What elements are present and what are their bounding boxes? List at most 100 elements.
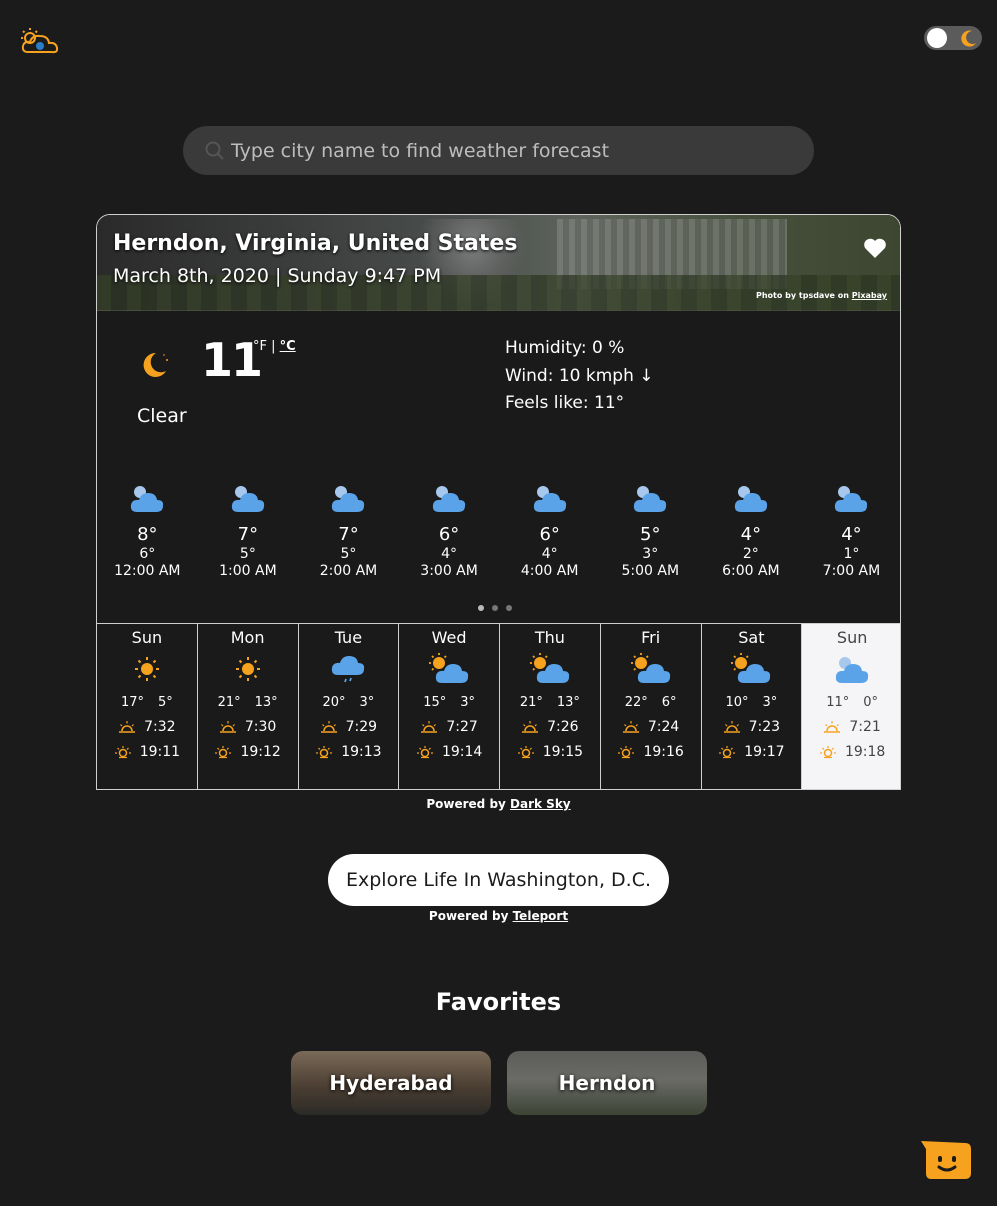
sunset-icon <box>517 746 534 759</box>
hour-time: 6:00 AM <box>722 563 780 579</box>
day-item[interactable]: Fri 22° 6° 7:24 19:16 <box>601 624 702 789</box>
day-item[interactable]: Sun 17° 5° 7:32 19:11 <box>97 624 198 789</box>
location-banner: Herndon, Virginia, United States March 8… <box>97 215 900 311</box>
day-sunrise: 7:23 <box>748 719 781 735</box>
day-name: Tue <box>334 628 363 647</box>
day-item-selected[interactable]: Sun 11° 0° 7:21 19:18 <box>802 624 900 789</box>
hour-time: 12:00 AM <box>114 563 181 579</box>
day-lo: 13° <box>556 695 580 710</box>
day-item[interactable]: Mon 21° 13° 7:30 19:12 <box>198 624 299 789</box>
powered-by-teleport: Powered by Teleport <box>328 909 669 923</box>
hour-hi: 7° <box>237 524 259 545</box>
sunrise-icon <box>421 721 438 733</box>
day-hi: 21° <box>217 695 241 710</box>
day-item[interactable]: Thu 21° 13° 7:26 19:15 <box>500 624 601 789</box>
photo-credit: Photo by tpsdave on Pixabay <box>756 291 887 300</box>
hour-lo: 3° <box>642 546 659 562</box>
hour-lo: 5° <box>239 546 256 562</box>
hour-item: 4° 1° 7:00 AM <box>801 480 900 600</box>
day-hi: 15° <box>423 695 447 710</box>
sunrise-icon <box>622 721 639 733</box>
day-item[interactable]: Wed 15° 3° 7:27 19:14 <box>399 624 500 789</box>
wind: Wind: 10 kmph ↓ <box>505 365 654 386</box>
day-lo: 5° <box>158 695 173 710</box>
hour-time: 4:00 AM <box>520 563 579 579</box>
day-sunrise: 7:30 <box>244 719 277 735</box>
carousel-dot[interactable] <box>506 605 512 611</box>
day-sunset: 19:15 <box>542 744 584 760</box>
location-title: Herndon, Virginia, United States <box>113 231 518 256</box>
hour-item: 8° 6° 12:00 AM <box>97 480 198 600</box>
day-sunset: 19:14 <box>441 744 483 760</box>
search-icon <box>205 141 224 160</box>
day-name: Sun <box>836 628 868 647</box>
sunset-icon <box>114 746 131 759</box>
carousel-dot[interactable] <box>492 605 498 611</box>
hour-hi: 4° <box>740 524 762 545</box>
search-bar[interactable] <box>183 126 814 175</box>
day-hi: 22° <box>624 695 648 710</box>
pixabay-link[interactable]: Pixabay <box>852 291 887 300</box>
darksky-link[interactable]: Dark Sky <box>510 797 571 811</box>
teleport-link[interactable]: Teleport <box>513 909 568 923</box>
day-lo: 0° <box>863 695 879 710</box>
cloudy-icon <box>231 486 265 512</box>
favorite-label: Herndon <box>558 1071 656 1095</box>
hour-time: 5:00 AM <box>621 563 680 579</box>
sun-cloud-logo-icon[interactable] <box>18 26 62 56</box>
hour-item: 5° 3° 5:00 AM <box>600 480 701 600</box>
day-hi: 20° <box>322 695 346 710</box>
toggle-knob <box>927 28 947 48</box>
cloudy-icon <box>634 486 667 512</box>
favorite-label: Hyderabad <box>329 1071 453 1095</box>
hour-lo: 5° <box>340 546 357 562</box>
powered-by-darksky: Powered by Dark Sky <box>96 797 901 811</box>
hour-hi: 4° <box>841 524 862 545</box>
day-sunset: 19:11 <box>139 744 181 760</box>
carousel-dots[interactable] <box>478 605 512 611</box>
carousel-dot[interactable] <box>478 605 484 611</box>
current-temp: 11 <box>201 333 263 387</box>
sunset-icon <box>316 746 333 759</box>
hour-hi: 7° <box>338 524 359 545</box>
search-input[interactable] <box>231 139 791 162</box>
hourly-forecast[interactable]: 8° 6° 12:00 AM 7° 5° 1:00 AM 7° 5° 2:00 … <box>97 480 900 600</box>
day-name: Sat <box>738 628 765 647</box>
day-sunrise: 7:24 <box>647 719 680 735</box>
explore-city-button[interactable]: Explore Life In Washington, D.C. <box>328 854 669 906</box>
humidity: Humidity: 0 % <box>505 338 625 358</box>
sunset-icon <box>819 746 836 759</box>
heart-icon[interactable] <box>863 237 887 259</box>
hour-item: 4° 2° 6:00 AM <box>701 480 802 600</box>
day-sunrise: 7:29 <box>345 719 378 735</box>
cloudy-icon <box>836 657 869 683</box>
daily-forecast: Sun 17° 5° 7:32 19:11 Mon 21° 13° 7:30 19:… <box>97 623 900 789</box>
cloudy-icon <box>332 486 365 512</box>
favorite-herndon[interactable]: Herndon <box>507 1051 707 1115</box>
sunrise-icon <box>320 721 337 733</box>
day-lo: 6° <box>661 695 677 710</box>
sunrise-icon <box>522 721 539 733</box>
favorite-hyderabad[interactable]: Hyderabad <box>291 1051 491 1115</box>
cloudy-icon <box>835 486 868 512</box>
hour-hi: 8° <box>137 524 158 545</box>
day-sunset: 19:16 <box>643 744 684 760</box>
unit-f[interactable]: °F <box>253 339 267 354</box>
cloudy-icon <box>131 486 164 512</box>
hour-item: 7° 5° 2:00 AM <box>298 480 399 600</box>
day-name: Sun <box>131 628 163 647</box>
unit-c[interactable]: °C <box>280 339 296 354</box>
day-name: Mon <box>230 628 265 647</box>
favorites-title: Favorites <box>435 988 562 1016</box>
theme-toggle[interactable] <box>924 26 982 50</box>
day-item[interactable]: Sat 10° 3° 7:23 19:17 <box>702 624 803 789</box>
day-item[interactable]: Tue 20° 3° 7:29 19:13 <box>299 624 400 789</box>
chat-widget-icon[interactable] <box>921 1141 973 1181</box>
day-hi: 10° <box>725 695 749 710</box>
cloudy-icon <box>734 486 767 512</box>
hour-time: 2:00 AM <box>319 563 378 579</box>
hour-item: 6° 4° 4:00 AM <box>499 480 600 600</box>
sunset-icon <box>416 746 433 759</box>
unit-toggle[interactable]: °F | °C <box>253 339 296 354</box>
hour-lo: 6° <box>139 546 156 562</box>
